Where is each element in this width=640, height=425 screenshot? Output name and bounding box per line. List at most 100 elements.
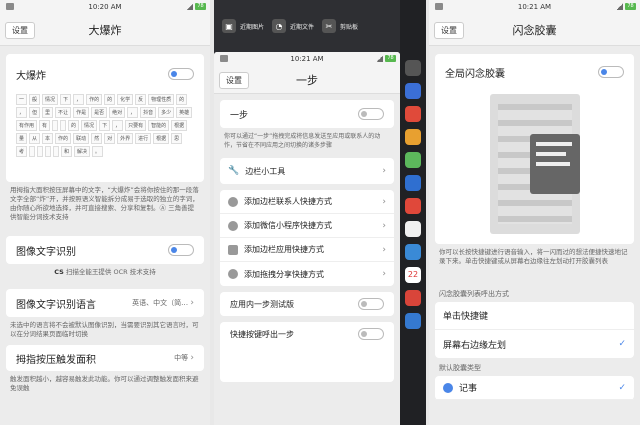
tag-chip[interactable]: 物理性质 (148, 94, 175, 105)
tag-chip[interactable]: 绝对 (109, 107, 126, 118)
tag-chip[interactable]: 有 (39, 120, 51, 131)
calendar-icon[interactable]: 22 (405, 267, 421, 283)
list-item[interactable]: 添加边栏应用快捷方式 › (220, 238, 394, 262)
tag-chip[interactable]: 进行 (135, 133, 152, 144)
tag-chip[interactable]: 思 (171, 133, 183, 144)
wechat-icon[interactable] (405, 152, 421, 168)
one-step-description: 你可以通过“一步”拖拽完成将信息发送至应用或联系人的动作，节省在不同应用之间切换… (224, 133, 381, 149)
tag-chip[interactable]: 但 (29, 107, 41, 118)
tag-chip[interactable] (29, 146, 36, 157)
tag-chip[interactable]: 抖音 (140, 107, 157, 118)
clipboard-button[interactable]: ✂ 剪贴板 (322, 19, 358, 33)
status-time: 10:21 AM (517, 3, 552, 11)
tag-chip[interactable]: 然 (91, 133, 103, 144)
app-blue2-icon[interactable] (405, 175, 421, 191)
tag-chip[interactable]: 有作用 (16, 120, 38, 131)
tag-chip[interactable]: 反 (135, 94, 147, 105)
tag-chip[interactable]: 里 (42, 107, 54, 118)
tag-chip[interactable]: ， (127, 107, 139, 118)
mini-program-icon (228, 220, 238, 231)
settings-icon[interactable] (405, 60, 421, 76)
recent-images-button[interactable]: ▣ 近期图片 (222, 19, 264, 33)
press-area-row[interactable]: 拇指按压触发面积 中等 › (6, 345, 204, 371)
tag-chip[interactable]: 多少 (158, 107, 175, 118)
list-item[interactable]: 添加边栏联系人快捷方式 › (220, 190, 394, 214)
tag-chip[interactable]: 般 (29, 94, 41, 105)
ocr-language-row[interactable]: 图像文字识别语言 英语、中文（简… › (6, 289, 204, 317)
tag-chip[interactable] (45, 146, 52, 157)
list-item[interactable]: 添加拖拽分享快捷方式 › (220, 262, 394, 286)
tag-chip[interactable] (60, 120, 67, 131)
tag-chip[interactable]: 是否 (91, 107, 108, 118)
one-step-toggle[interactable] (358, 108, 384, 120)
tag-chip[interactable]: 智能的 (148, 120, 170, 131)
tag-chip[interactable]: 本 (42, 133, 54, 144)
tag-chip[interactable]: 根据 (153, 133, 170, 144)
tag-chip[interactable]: 情况 (81, 120, 98, 131)
tag-chip[interactable]: 只要有 (125, 120, 147, 131)
tag-chip[interactable]: ， (112, 120, 124, 131)
tag-chip[interactable]: 考 (16, 146, 28, 157)
back-button[interactable]: 设置 (219, 72, 249, 89)
app-photo-icon[interactable] (405, 244, 421, 260)
tag-chip[interactable]: 不让 (55, 107, 72, 118)
camscanner-icon: CS (54, 268, 64, 276)
list-item[interactable]: 添加微信小程序快捷方式 › (220, 214, 394, 238)
battery-icon: 78 (385, 55, 396, 62)
tag-chip[interactable]: 。 (92, 146, 104, 157)
tag-chip[interactable]: 英雄 (176, 107, 193, 118)
notes-icon[interactable] (405, 221, 421, 237)
tag-chip[interactable]: 联动 (73, 133, 90, 144)
tag-chip[interactable]: 情况 (42, 94, 59, 105)
tag-chip[interactable]: 一 (16, 94, 28, 105)
tag-chip[interactable]: 下 (99, 120, 111, 131)
one-step-sidebar: 22 (400, 0, 426, 425)
tag-chip[interactable]: 化学 (117, 94, 134, 105)
tag-chip[interactable] (53, 146, 60, 157)
app-red-icon[interactable] (405, 106, 421, 122)
ocr-language-value: 英语、中文（简… (132, 299, 189, 307)
back-button[interactable]: 设置 (434, 22, 464, 39)
tag-chip[interactable]: 作是 (73, 107, 90, 118)
hotkey-toggle[interactable] (358, 328, 384, 340)
tag-chip[interactable]: ， (16, 107, 28, 118)
tag-chip[interactable]: ， (73, 94, 85, 105)
tag-chip[interactable]: 作的 (55, 133, 72, 144)
tag-chip[interactable]: 量 (16, 133, 28, 144)
tag-chip[interactable]: 和 (61, 146, 73, 157)
tag-chip[interactable]: 下 (60, 94, 72, 105)
chevron-right-icon: › (382, 196, 386, 207)
tag-chip[interactable]: 对 (104, 133, 116, 144)
scissors-icon: ✂ (322, 19, 337, 33)
app-orange-icon[interactable] (405, 129, 421, 145)
press-area-description: 触发面积越小，越容易触发此功能。你可以通过调整触发面积来避免误触 (10, 375, 199, 392)
recent-files-button[interactable]: ◔ 近期文件 (272, 19, 314, 33)
app-blue-icon[interactable] (405, 83, 421, 99)
weibo-icon[interactable] (405, 198, 421, 214)
tag-chip[interactable]: 的 (104, 94, 116, 105)
page-title: 一步 (296, 73, 318, 87)
option-single-click[interactable]: 单击快捷键 (435, 302, 634, 330)
tag-chip[interactable]: 外界 (117, 133, 134, 144)
tag-chip[interactable]: 的 (176, 94, 188, 105)
beta-toggle[interactable] (358, 298, 384, 310)
tag-chip[interactable]: 从 (29, 133, 41, 144)
app-red2-icon[interactable] (405, 290, 421, 306)
option-note[interactable]: 记事 ✓ (435, 376, 634, 400)
tag-chip[interactable]: 的 (68, 120, 80, 131)
list-item-label: 添加微信小程序快捷方式 (244, 221, 332, 230)
back-button[interactable]: 设置 (5, 22, 35, 39)
tag-chip[interactable]: 作的 (86, 94, 103, 105)
big-bang-toggle[interactable] (168, 68, 194, 80)
option-edge-swipe[interactable]: 屏幕右边缘左划 ✓ (435, 330, 634, 358)
ocr-toggle[interactable] (168, 244, 194, 256)
ocr-card: 图像文字识别 (6, 236, 204, 264)
battery-icon: 78 (625, 3, 636, 10)
capsule-toggle[interactable] (598, 66, 624, 78)
tag-chip[interactable] (37, 146, 44, 157)
tag-chip[interactable]: 解决 (74, 146, 91, 157)
tag-chip[interactable] (52, 120, 59, 131)
tag-chip[interactable]: 根据 (171, 120, 188, 131)
app-blue3-icon[interactable] (405, 313, 421, 329)
sidebar-tool-row[interactable]: 🔧 边栏小工具 › (220, 158, 394, 184)
